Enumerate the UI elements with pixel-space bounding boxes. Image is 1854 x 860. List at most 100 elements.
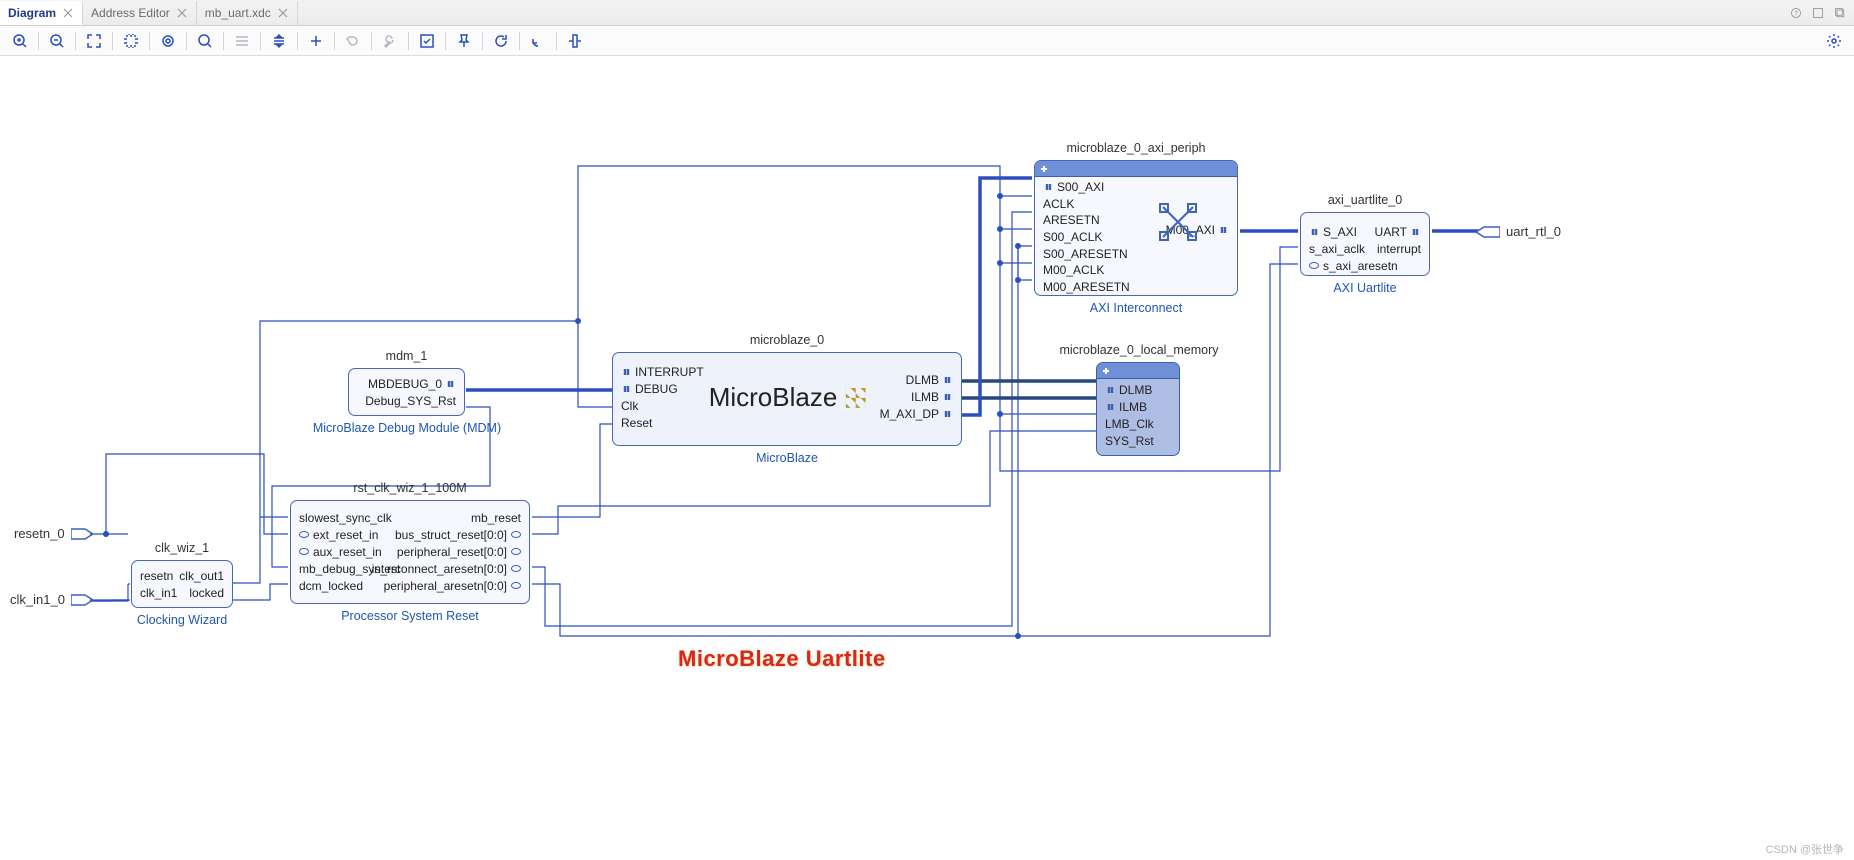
add-icon[interactable] (304, 29, 328, 53)
align-icon[interactable] (563, 29, 587, 53)
tab-xdc[interactable]: mb_uart.xdc (197, 1, 298, 25)
pin-icon[interactable] (452, 29, 476, 53)
port-bus-struct-reset[interactable]: bus_struct_reset[0:0] (372, 526, 529, 543)
block-type-name: AXI Interconnect (1035, 301, 1237, 315)
tab-label: mb_uart.xdc (205, 6, 271, 20)
toolbar (0, 26, 1854, 56)
block-instance-name: axi_uartlite_0 (1301, 193, 1429, 207)
port-m00-aclk[interactable]: M00_ACLK (1035, 262, 1130, 279)
port-s00-axi[interactable]: S00_AXI (1035, 179, 1130, 196)
port-debug-sys-rst[interactable]: Debug_SYS_Rst (365, 392, 464, 409)
block-type-name: MicroBlaze Debug Module (MDM) (307, 421, 507, 435)
wrench-icon[interactable] (378, 29, 402, 53)
port-dlmb[interactable]: DLMB (880, 371, 961, 388)
block-clk-wiz[interactable]: clk_wiz_1 resetn clk_in1 clk_out1 locked… (131, 560, 233, 608)
external-port-clk[interactable]: clk_in1_0 (10, 592, 95, 607)
zoom-area-icon[interactable] (119, 29, 143, 53)
block-instance-name: mdm_1 (349, 349, 464, 363)
close-icon[interactable] (176, 7, 188, 19)
separator (371, 32, 372, 50)
separator (38, 32, 39, 50)
external-port-uart[interactable]: uart_rtl_0 (1476, 224, 1561, 239)
block-instance-name: clk_wiz_1 (132, 541, 232, 555)
close-icon[interactable] (62, 7, 74, 19)
block-instance-name: microblaze_0_axi_periph (1035, 141, 1237, 155)
port-clk-out1[interactable]: clk_out1 (179, 567, 232, 584)
watermark: CSDN @张世争 (1766, 841, 1844, 857)
diagram-canvas[interactable]: resetn_0 clk_in1_0 uart_rtl_0 clk_wiz_1 … (0, 56, 1854, 860)
block-microblaze[interactable]: microblaze_0 INTERRUPT DEBUG Clk Reset M… (612, 352, 962, 446)
port-aclk[interactable]: ACLK (1035, 196, 1130, 213)
port-s00-aclk[interactable]: S00_ACLK (1035, 229, 1130, 246)
popout-icon[interactable] (1832, 5, 1848, 21)
port-mb-reset[interactable]: mb_reset (372, 509, 529, 526)
port-sys-rst[interactable]: SYS_Rst (1097, 432, 1154, 449)
block-rst[interactable]: rst_clk_wiz_1_100M slowest_sync_clk ext_… (290, 500, 530, 604)
block-instance-name: microblaze_0_local_memory (1039, 343, 1239, 357)
zoom-in-icon[interactable] (8, 29, 32, 53)
auto-fit-icon[interactable] (156, 29, 180, 53)
undo-icon[interactable] (341, 29, 365, 53)
interconnect-icon (1157, 201, 1199, 243)
zoom-fit-icon[interactable] (82, 29, 106, 53)
port-lmb-clk[interactable]: LMB_Clk (1097, 415, 1154, 432)
separator (260, 32, 261, 50)
port-dlmb[interactable]: DLMB (1097, 381, 1154, 398)
port-locked[interactable]: locked (179, 584, 232, 601)
refresh-icon[interactable] (489, 29, 513, 53)
port-m00-aresetn[interactable]: M00_ARESETN (1035, 278, 1130, 295)
port-s00-aresetn[interactable]: S00_ARESETN (1035, 245, 1130, 262)
block-type-name: Clocking Wizard (132, 613, 232, 627)
port-peripheral-reset[interactable]: peripheral_reset[0:0] (372, 543, 529, 560)
port-mbdebug[interactable]: MBDEBUG_0 (365, 375, 464, 392)
separator (186, 32, 187, 50)
settings-gear-icon[interactable] (1822, 29, 1846, 53)
port-aresetn[interactable]: ARESETN (1035, 212, 1130, 229)
block-local-memory[interactable]: microblaze_0_local_memory DLMB ILMB LMB_… (1096, 362, 1180, 456)
block-mdm[interactable]: mdm_1 MBDEBUG_0 Debug_SYS_Rst MicroBlaze… (348, 368, 465, 416)
port-ilmb[interactable]: ILMB (1097, 398, 1154, 415)
port-clk[interactable]: Clk (613, 397, 704, 414)
block-instance-name: microblaze_0 (613, 333, 961, 347)
separator (112, 32, 113, 50)
port-peripheral-aresetn[interactable]: peripheral_aresetn[0:0] (372, 577, 529, 594)
port-label: clk_in1_0 (10, 592, 65, 607)
collapse-h-icon[interactable] (230, 29, 254, 53)
route-icon[interactable] (526, 29, 550, 53)
port-m-axi-dp[interactable]: M_AXI_DP (880, 405, 961, 422)
block-type-name: Processor System Reset (291, 609, 529, 623)
port-ilmb[interactable]: ILMB (880, 388, 961, 405)
maximize-icon[interactable] (1810, 5, 1826, 21)
port-interrupt[interactable]: interrupt (1375, 240, 1429, 257)
close-icon[interactable] (277, 7, 289, 19)
svg-text:?: ? (1794, 11, 1798, 17)
tab-diagram[interactable]: Diagram (0, 1, 83, 25)
validate-icon[interactable] (415, 29, 439, 53)
block-instance-name: rst_clk_wiz_1_100M (291, 481, 529, 495)
separator (149, 32, 150, 50)
separator (223, 32, 224, 50)
port-label: uart_rtl_0 (1506, 224, 1561, 239)
port-uart[interactable]: UART (1375, 223, 1429, 240)
external-port-resetn[interactable]: resetn_0 (14, 526, 95, 541)
collapse-v-icon[interactable] (267, 29, 291, 53)
block-type-name: MicroBlaze (613, 451, 961, 465)
microblaze-logo: MicroBlaze (709, 382, 866, 413)
overlay-title: MicroBlaze Uartlite (678, 646, 886, 672)
separator (445, 32, 446, 50)
block-axi-interconnect[interactable]: microblaze_0_axi_periph S00_AXI ACLK ARE… (1034, 160, 1238, 296)
separator (556, 32, 557, 50)
port-clk-in1[interactable]: clk_in1 (132, 584, 177, 601)
separator (408, 32, 409, 50)
port-debug[interactable]: DEBUG (613, 380, 704, 397)
port-resetn[interactable]: resetn (132, 567, 177, 584)
tab-address-editor[interactable]: Address Editor (83, 1, 197, 25)
help-icon[interactable]: ? (1788, 5, 1804, 21)
port-reset[interactable]: Reset (613, 414, 704, 431)
port-interconn-aresetn[interactable]: interconnect_aresetn[0:0] (372, 560, 529, 577)
block-axi-uartlite[interactable]: axi_uartlite_0 S_AXI s_axi_aclk s_axi_ar… (1300, 212, 1430, 276)
separator (75, 32, 76, 50)
zoom-out-icon[interactable] (45, 29, 69, 53)
search-icon[interactable] (193, 29, 217, 53)
port-interrupt[interactable]: INTERRUPT (613, 363, 704, 380)
